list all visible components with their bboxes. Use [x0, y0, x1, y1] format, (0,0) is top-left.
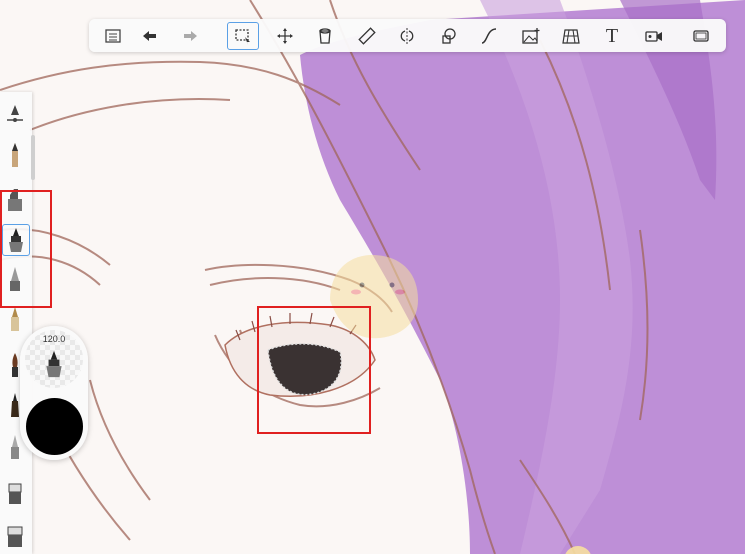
ink-pen-preview-icon [46, 350, 62, 378]
fullscreen-icon[interactable] [689, 24, 713, 48]
brush-size-control[interactable]: 120.0 [25, 330, 83, 388]
current-color-swatch[interactable] [26, 398, 83, 455]
list-icon[interactable] [101, 24, 125, 48]
undo-icon[interactable] [137, 24, 161, 48]
eye-highlight-box [257, 306, 371, 434]
fill-icon[interactable] [313, 24, 337, 48]
perspective-icon[interactable] [559, 24, 583, 48]
brush-size-value: 120.0 [42, 334, 66, 344]
calligraphy-pen-brush-icon[interactable] [2, 304, 28, 334]
transform-icon[interactable] [273, 24, 297, 48]
curve-icon[interactable] [477, 24, 501, 48]
add-image-icon[interactable] [519, 24, 543, 48]
shape-icon[interactable] [437, 24, 461, 48]
top-toolbar: T [89, 19, 726, 52]
record-icon[interactable] [642, 24, 666, 48]
wide-eraser-brush-icon[interactable] [2, 520, 28, 550]
brush-puck: 120.0 [20, 326, 88, 460]
drawing-canvas[interactable] [0, 0, 745, 554]
symmetry-icon[interactable] [395, 24, 419, 48]
brush-panel-highlight-box [0, 190, 52, 308]
brush-library-panel [0, 92, 32, 554]
ruler-icon[interactable] [355, 24, 379, 48]
redo-icon[interactable] [179, 24, 203, 48]
brush-settings-icon[interactable] [2, 100, 28, 130]
pencil-brush-icon[interactable] [2, 140, 28, 170]
brush-panel-scrollbar[interactable] [31, 135, 35, 180]
selection-icon[interactable] [227, 22, 259, 50]
eraser-brush-icon[interactable] [2, 477, 28, 507]
text-icon[interactable]: T [600, 24, 624, 48]
